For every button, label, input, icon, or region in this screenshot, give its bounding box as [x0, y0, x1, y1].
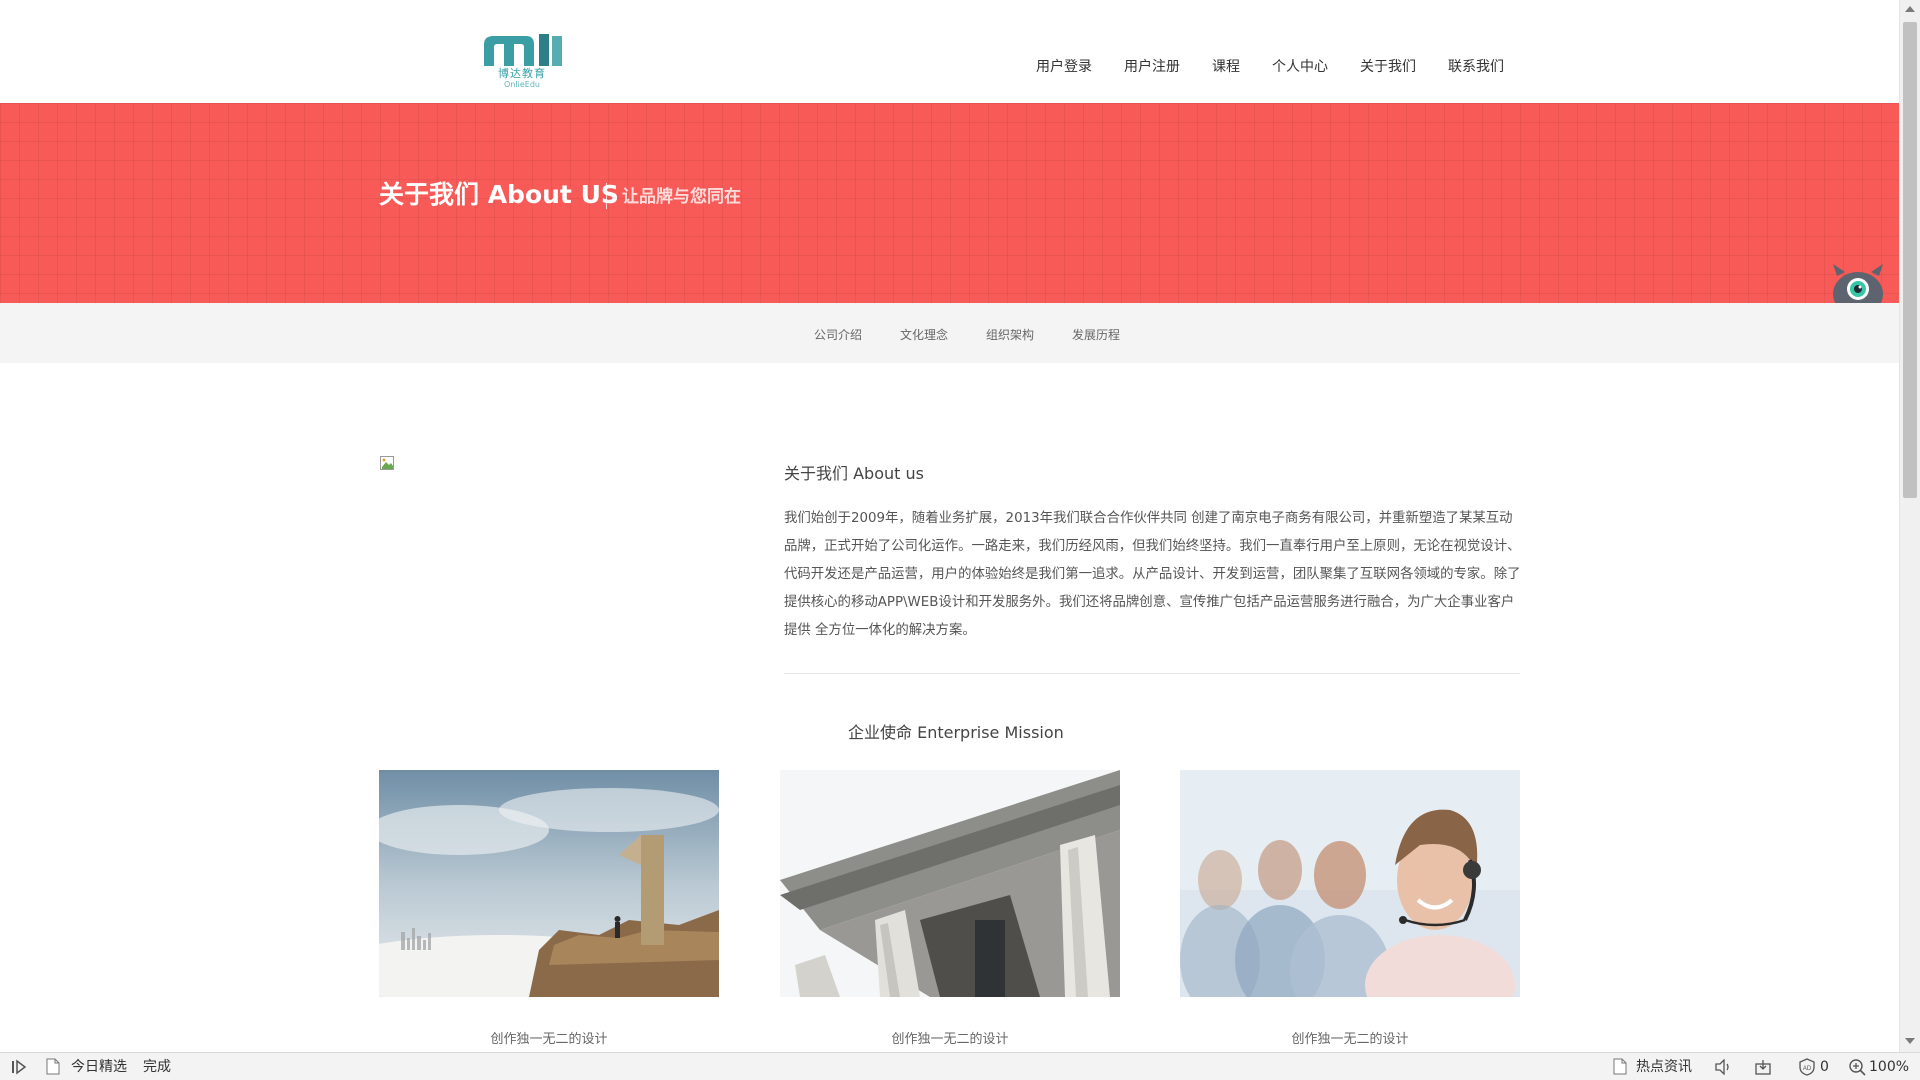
broken-image-icon	[380, 456, 394, 470]
mission-image-2	[780, 770, 1120, 997]
scroll-up-arrow-icon[interactable]	[1905, 6, 1915, 12]
browser-page: 博达教育 OnlieEdu 用户登录 用户注册 课程 个人中心 关于我们 联系我…	[0, 0, 1920, 1080]
page-title: 关于我们 About US	[379, 180, 619, 209]
nav-contact[interactable]: 联系我们	[1448, 56, 1504, 76]
ad-block-counter: 0	[1820, 1059, 1829, 1075]
download-box-icon[interactable]	[1754, 1059, 1772, 1075]
sub-nav: 公司介绍 文化理念 组织架构 发展历程	[0, 303, 1899, 363]
ad-block-shield-icon[interactable]: AD	[1798, 1058, 1816, 1076]
subnav-culture[interactable]: 文化理念	[900, 326, 948, 343]
site-logo[interactable]: 博达教育 OnlieEdu	[476, 30, 568, 89]
document-icon	[46, 1058, 60, 1075]
logo-mark-icon	[484, 34, 562, 66]
nav-register[interactable]: 用户注册	[1124, 56, 1180, 76]
nav-user-center[interactable]: 个人中心	[1272, 56, 1328, 76]
subnav-organization[interactable]: 组织架构	[986, 326, 1034, 343]
about-heading: 关于我们 About us	[784, 464, 924, 483]
subnav-company-intro[interactable]: 公司介绍	[814, 326, 862, 343]
section-divider	[784, 673, 1520, 674]
mission-caption-1: 创作独一无二的设计	[490, 1032, 608, 1047]
svg-text:AD: AD	[1803, 1066, 1812, 1072]
page-load-status: 完成	[143, 1059, 171, 1075]
banner-divider	[606, 183, 607, 209]
zoom-icon[interactable]	[1848, 1058, 1866, 1076]
hot-news-link[interactable]: 热点资讯	[1636, 1058, 1692, 1076]
scrollbar-thumb[interactable]	[1903, 22, 1917, 498]
about-description: 我们始创于2009年，随着业务扩展，2013年我们联合合作伙伴共同 创建了南京电…	[784, 511, 1521, 638]
nav-login[interactable]: 用户登录	[1036, 56, 1092, 76]
mission-heading: 企业使命 Enterprise Mission	[848, 723, 1064, 742]
mission-image-1	[379, 770, 719, 997]
nav-courses[interactable]: 课程	[1212, 56, 1240, 76]
browser-status-bar: 今日精选 完成 热点资讯 AD 0 100%	[0, 1052, 1920, 1080]
main-nav: 用户登录 用户注册 课程 个人中心 关于我们 联系我们	[1036, 56, 1536, 76]
logo-subtext: OnlieEdu	[504, 80, 540, 89]
logo-text: 博达教育	[498, 67, 546, 80]
banner-slogan: 让品牌与您同在	[622, 187, 741, 207]
site-header: 博达教育 OnlieEdu 用户登录 用户注册 课程 个人中心 关于我们 联系我…	[0, 0, 1899, 103]
news-document-icon	[1613, 1058, 1627, 1075]
mission-caption-3: 创作独一无二的设计	[1291, 1032, 1409, 1047]
mission-caption-2: 创作独一无二的设计	[891, 1032, 1009, 1047]
sidebar-toggle-icon[interactable]	[10, 1059, 28, 1075]
scroll-down-arrow-icon[interactable]	[1905, 1038, 1915, 1044]
mission-image-3	[1180, 770, 1520, 997]
nav-about[interactable]: 关于我们	[1360, 56, 1416, 76]
today-picks-link[interactable]: 今日精选	[71, 1058, 127, 1076]
zoom-level[interactable]: 100%	[1869, 1058, 1909, 1076]
speaker-icon[interactable]	[1714, 1059, 1732, 1075]
vertical-scrollbar[interactable]	[1899, 0, 1920, 1052]
page-banner: 关于我们 About US 让品牌与您同在	[0, 103, 1899, 303]
subnav-history[interactable]: 发展历程	[1072, 326, 1120, 343]
